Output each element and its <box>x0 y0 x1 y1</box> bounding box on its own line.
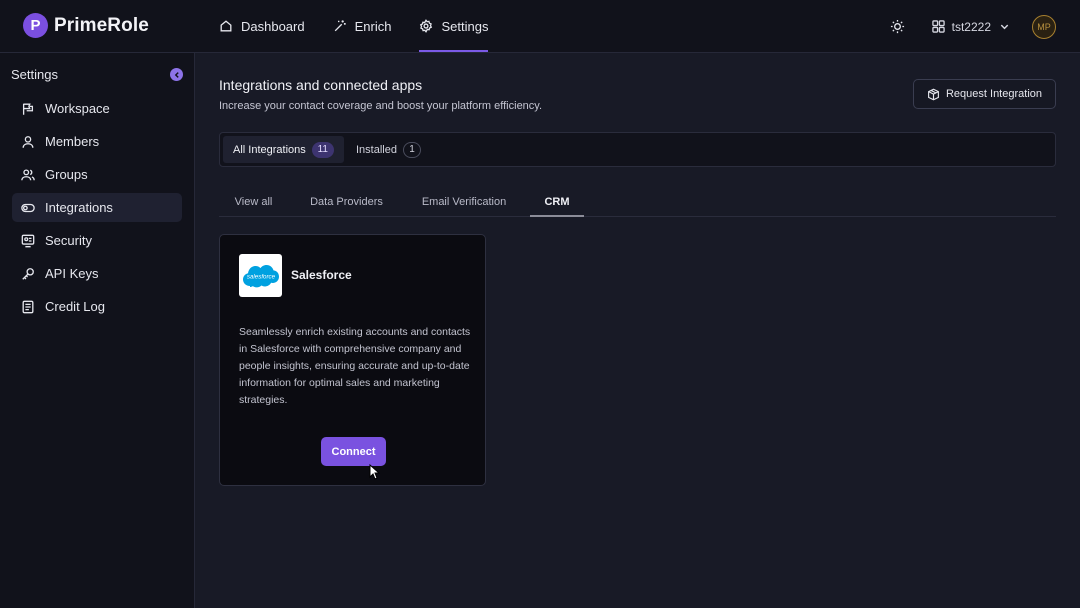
connect-button[interactable]: Connect <box>321 437 386 466</box>
users-icon <box>21 168 35 180</box>
sidebar-item-security[interactable]: Security <box>12 226 182 255</box>
sidebar-item-integrations[interactable]: Integrations <box>12 193 182 222</box>
integration-name: Salesforce <box>291 268 352 282</box>
sidebar-item-api-keys[interactable]: API Keys <box>12 259 182 288</box>
page-subtitle: Increase your contact coverage and boost… <box>219 100 543 112</box>
sidebar-item-label: Security <box>45 233 92 248</box>
salesforce-cloud-icon: salesforce <box>242 265 279 288</box>
count-badge: 1 <box>402 141 421 158</box>
request-integration-label: Request Integration <box>945 88 1042 100</box>
mouse-cursor-icon <box>369 464 380 480</box>
sidebar-item-label: Integrations <box>45 200 113 215</box>
home-icon <box>220 20 232 32</box>
segment-label: Installed <box>356 143 397 156</box>
chevron-down-icon <box>1000 24 1009 30</box>
sidebar-item-workspace[interactable]: Workspace <box>12 94 182 123</box>
workspace-name: tst2222 <box>951 19 991 34</box>
document-icon <box>22 300 34 313</box>
tab-crm[interactable]: CRM <box>530 187 584 217</box>
user-icon <box>22 135 34 148</box>
collapse-sidebar-button[interactable] <box>170 68 183 81</box>
gear-icon <box>420 19 433 33</box>
wand-icon <box>334 20 346 32</box>
chevron-left-icon <box>174 71 179 78</box>
flag-icon <box>22 103 34 115</box>
package-icon <box>928 88 939 100</box>
sidebar-item-label: API Keys <box>45 266 99 281</box>
sidebar-title: Settings <box>11 67 58 82</box>
app-name: PrimeRole <box>54 14 149 36</box>
nav-dashboard-label: Dashboard <box>241 18 305 34</box>
nav-enrich-label: Enrich <box>354 18 392 34</box>
nav-settings-label: Settings <box>441 18 489 34</box>
page-title: Integrations and connected apps <box>219 77 423 93</box>
segment-installed[interactable]: Installed 1 <box>346 136 431 163</box>
key-icon <box>22 267 34 280</box>
top-right-controls: tst2222 MP <box>886 0 1056 53</box>
sidebar-item-credit-log[interactable]: Credit Log <box>12 292 182 321</box>
logo-mark: P <box>23 13 48 38</box>
top-bar: P PrimeRole Dashboard Enrich Settings ts… <box>0 0 1080 53</box>
sidebar-item-label: Credit Log <box>45 299 105 314</box>
nav-settings[interactable]: Settings <box>419 0 488 52</box>
segment-label: All Integrations <box>233 143 306 156</box>
tab-view-all[interactable]: View all <box>219 187 288 216</box>
nav-dashboard[interactable]: Dashboard <box>219 0 305 52</box>
tab-email-verification[interactable]: Email Verification <box>409 187 519 216</box>
app-logo[interactable]: P PrimeRole <box>23 13 149 38</box>
request-integration-button[interactable]: Request Integration <box>913 79 1056 109</box>
category-tabs: View all Data Providers Email Verificati… <box>219 187 1056 217</box>
sidebar-list: Workspace Members Groups Integrations Se… <box>12 94 182 325</box>
main-nav: Dashboard Enrich Settings <box>219 0 516 53</box>
sidebar-header: Settings <box>11 67 183 82</box>
settings-sidebar: Settings Workspace Members Groups Integr… <box>0 53 195 608</box>
sidebar-item-groups[interactable]: Groups <box>12 160 182 189</box>
sidebar-item-members[interactable]: Members <box>12 127 182 156</box>
salesforce-logo: salesforce <box>239 254 282 297</box>
tab-data-providers[interactable]: Data Providers <box>300 187 393 216</box>
count-badge: 11 <box>311 141 334 158</box>
salesforce-logo-text: salesforce <box>246 274 275 281</box>
segment-all-integrations[interactable]: All Integrations 11 <box>223 136 344 163</box>
sidebar-item-label: Groups <box>45 167 88 182</box>
integration-card-salesforce: salesforce Salesforce Seamlessly enrich … <box>219 234 486 486</box>
shield-icon <box>21 234 35 247</box>
sidebar-item-label: Workspace <box>45 101 110 116</box>
nav-enrich[interactable]: Enrich <box>333 0 392 52</box>
grid-icon <box>931 20 945 33</box>
sidebar-item-label: Members <box>45 134 100 149</box>
theme-toggle-button[interactable] <box>886 15 910 39</box>
workspace-switcher[interactable]: tst2222 <box>931 19 1010 34</box>
avatar[interactable]: MP <box>1032 14 1056 39</box>
integration-filter: All Integrations 11 Installed 1 <box>219 132 1056 167</box>
integration-description: Seamlessly enrich existing accounts and … <box>239 326 471 406</box>
toggle-icon <box>21 203 35 212</box>
sun-icon <box>891 19 905 34</box>
